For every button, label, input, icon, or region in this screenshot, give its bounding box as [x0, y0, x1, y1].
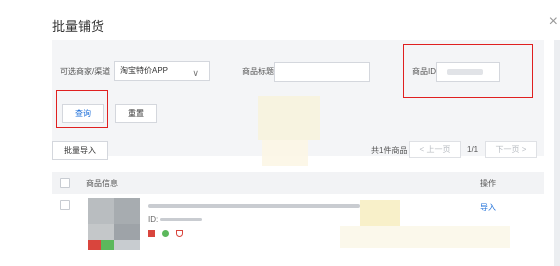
prev-page-button[interactable]: < 上一页 — [409, 141, 461, 158]
channel-select-value: 淘宝特价APP — [120, 66, 169, 75]
next-page-button[interactable]: 下一页 > — [485, 141, 537, 158]
title-label: 商品标题 — [242, 67, 274, 76]
select-all-checkbox[interactable] — [60, 178, 70, 188]
product-id-label: ID: — [148, 215, 159, 224]
product-thumbnail — [88, 198, 140, 250]
product-title-redacted — [148, 204, 360, 208]
tmall-badge-icon — [148, 230, 155, 237]
reset-button[interactable]: 重置 — [115, 104, 157, 123]
overlay-blur — [262, 140, 308, 166]
overlay-blur — [360, 200, 400, 226]
channel-label: 可选商家/渠道 — [60, 67, 111, 76]
shield-badge-icon — [176, 230, 183, 237]
overlay-blur — [340, 226, 510, 248]
refresh-badge-icon — [162, 230, 169, 237]
chevron-down-icon: ∨ — [192, 68, 199, 78]
title-input[interactable] — [274, 62, 370, 82]
page-indicator: 1/1 — [467, 145, 479, 154]
dialog-title: 批量铺货 — [52, 19, 105, 34]
pager-total: 共1件商品 — [371, 146, 408, 155]
header-product-info: 商品信息 — [86, 179, 118, 188]
header-operations: 操作 — [480, 179, 496, 188]
id-input[interactable] — [436, 62, 500, 82]
id-label: 商品ID — [412, 67, 436, 76]
import-link[interactable]: 导入 — [480, 202, 496, 213]
id-input-blur — [447, 69, 483, 75]
product-id-redacted — [160, 218, 202, 221]
table-header: 商品信息 操作 — [52, 172, 544, 194]
row-checkbox[interactable] — [60, 200, 70, 210]
overlay-blur — [258, 96, 320, 140]
bulk-import-button[interactable]: 批量导入 — [52, 141, 108, 160]
vertical-scrollbar[interactable] — [554, 40, 560, 266]
channel-select[interactable]: 淘宝特价APP ∨ — [114, 61, 210, 81]
close-icon[interactable]: × — [549, 14, 558, 30]
query-button[interactable]: 查询 — [62, 104, 104, 123]
